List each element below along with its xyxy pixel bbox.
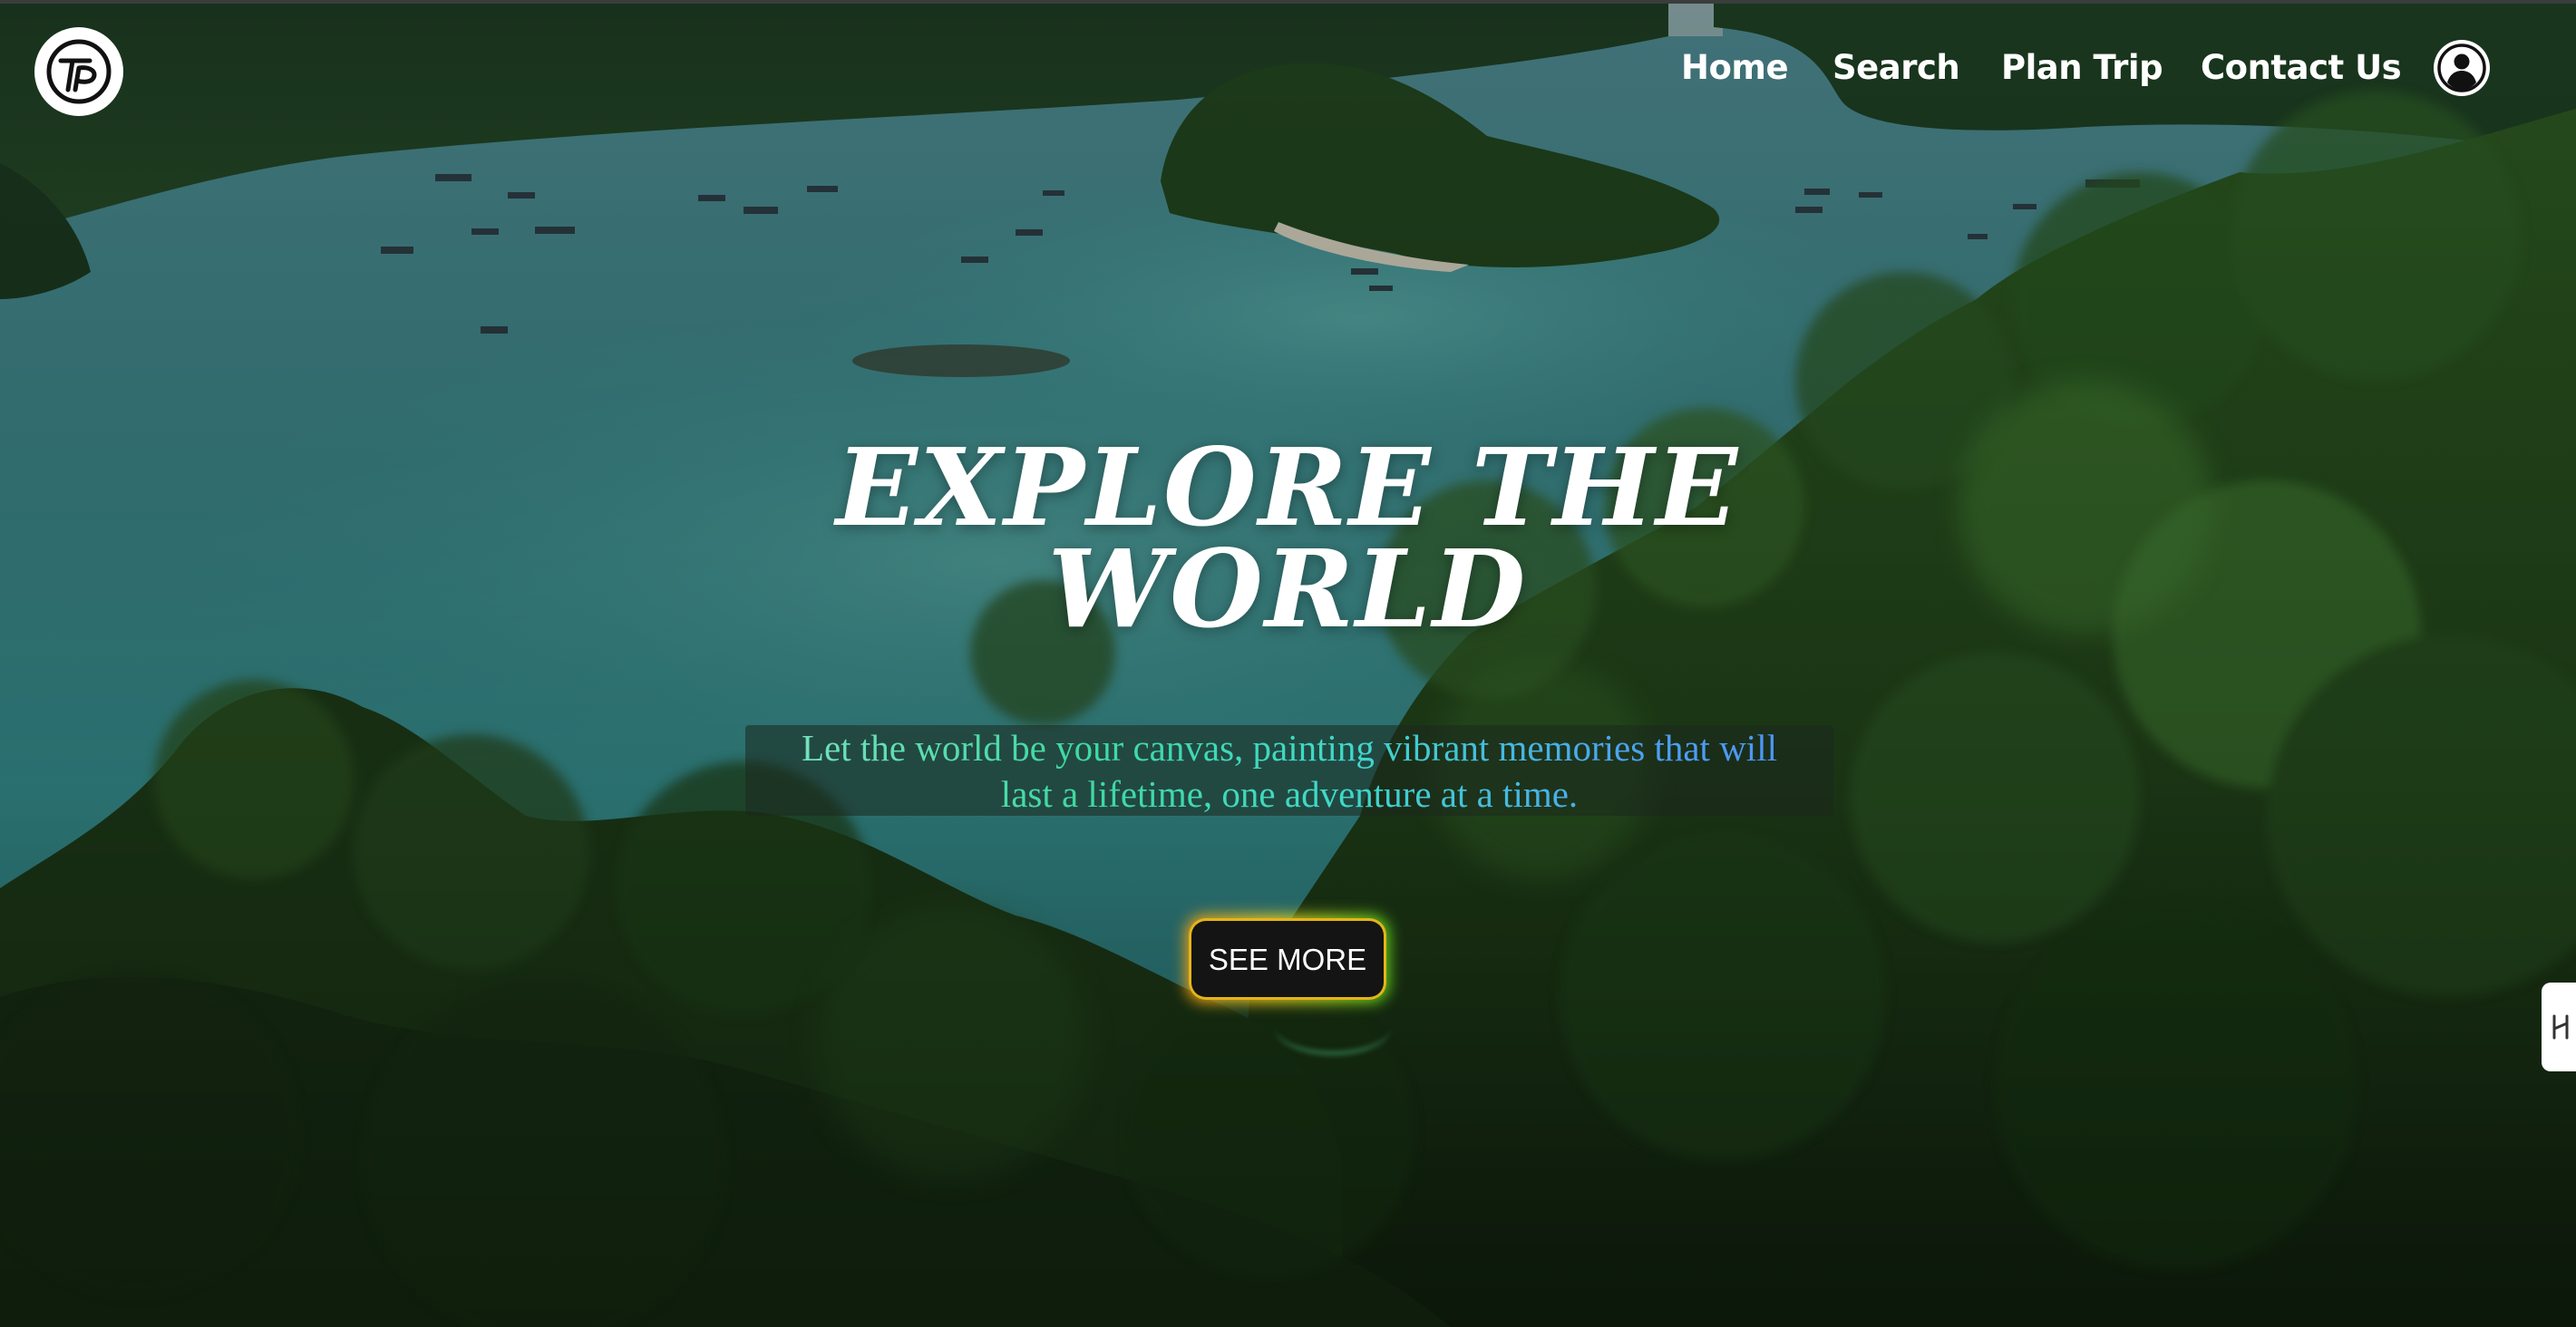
main-nav: Home Search Plan Trip Contact Us	[0, 36, 2576, 100]
hero-subtitle-line1: Let the world be your canvas, painting v…	[802, 727, 1777, 769]
see-more-glow-ring	[1274, 997, 1392, 1055]
nav-home-link[interactable]: Home	[1681, 36, 1789, 100]
nav-contact-us-link[interactable]: Contact Us	[2201, 36, 2402, 100]
landing-page: Home Search Plan Trip Contact Us EXPLORE…	[0, 0, 2576, 1327]
nav-search-link[interactable]: Search	[1832, 36, 1960, 100]
user-profile-icon	[2437, 44, 2486, 92]
hero-title-line1: EXPLORE THE	[835, 424, 1740, 550]
feedback-tab-icon	[2552, 1014, 2569, 1040]
hero-subtitle: Let the world be your canvas, painting v…	[745, 725, 1833, 818]
hero-title: EXPLORE THE WORLD	[744, 424, 1832, 652]
hero-subtitle-line2: last a lifetime, one adventure at a time…	[1000, 773, 1579, 815]
hero-title-line2: WORLD	[1047, 526, 1528, 652]
profile-button[interactable]	[2434, 40, 2490, 96]
top-edge-bar	[0, 0, 2576, 4]
hero-background-image	[0, 0, 2576, 1327]
nav-plan-trip-link[interactable]: Plan Trip	[2001, 36, 2163, 100]
see-more-button[interactable]: SEE MORE	[1191, 921, 1384, 997]
side-widget-tab[interactable]	[2542, 983, 2576, 1071]
